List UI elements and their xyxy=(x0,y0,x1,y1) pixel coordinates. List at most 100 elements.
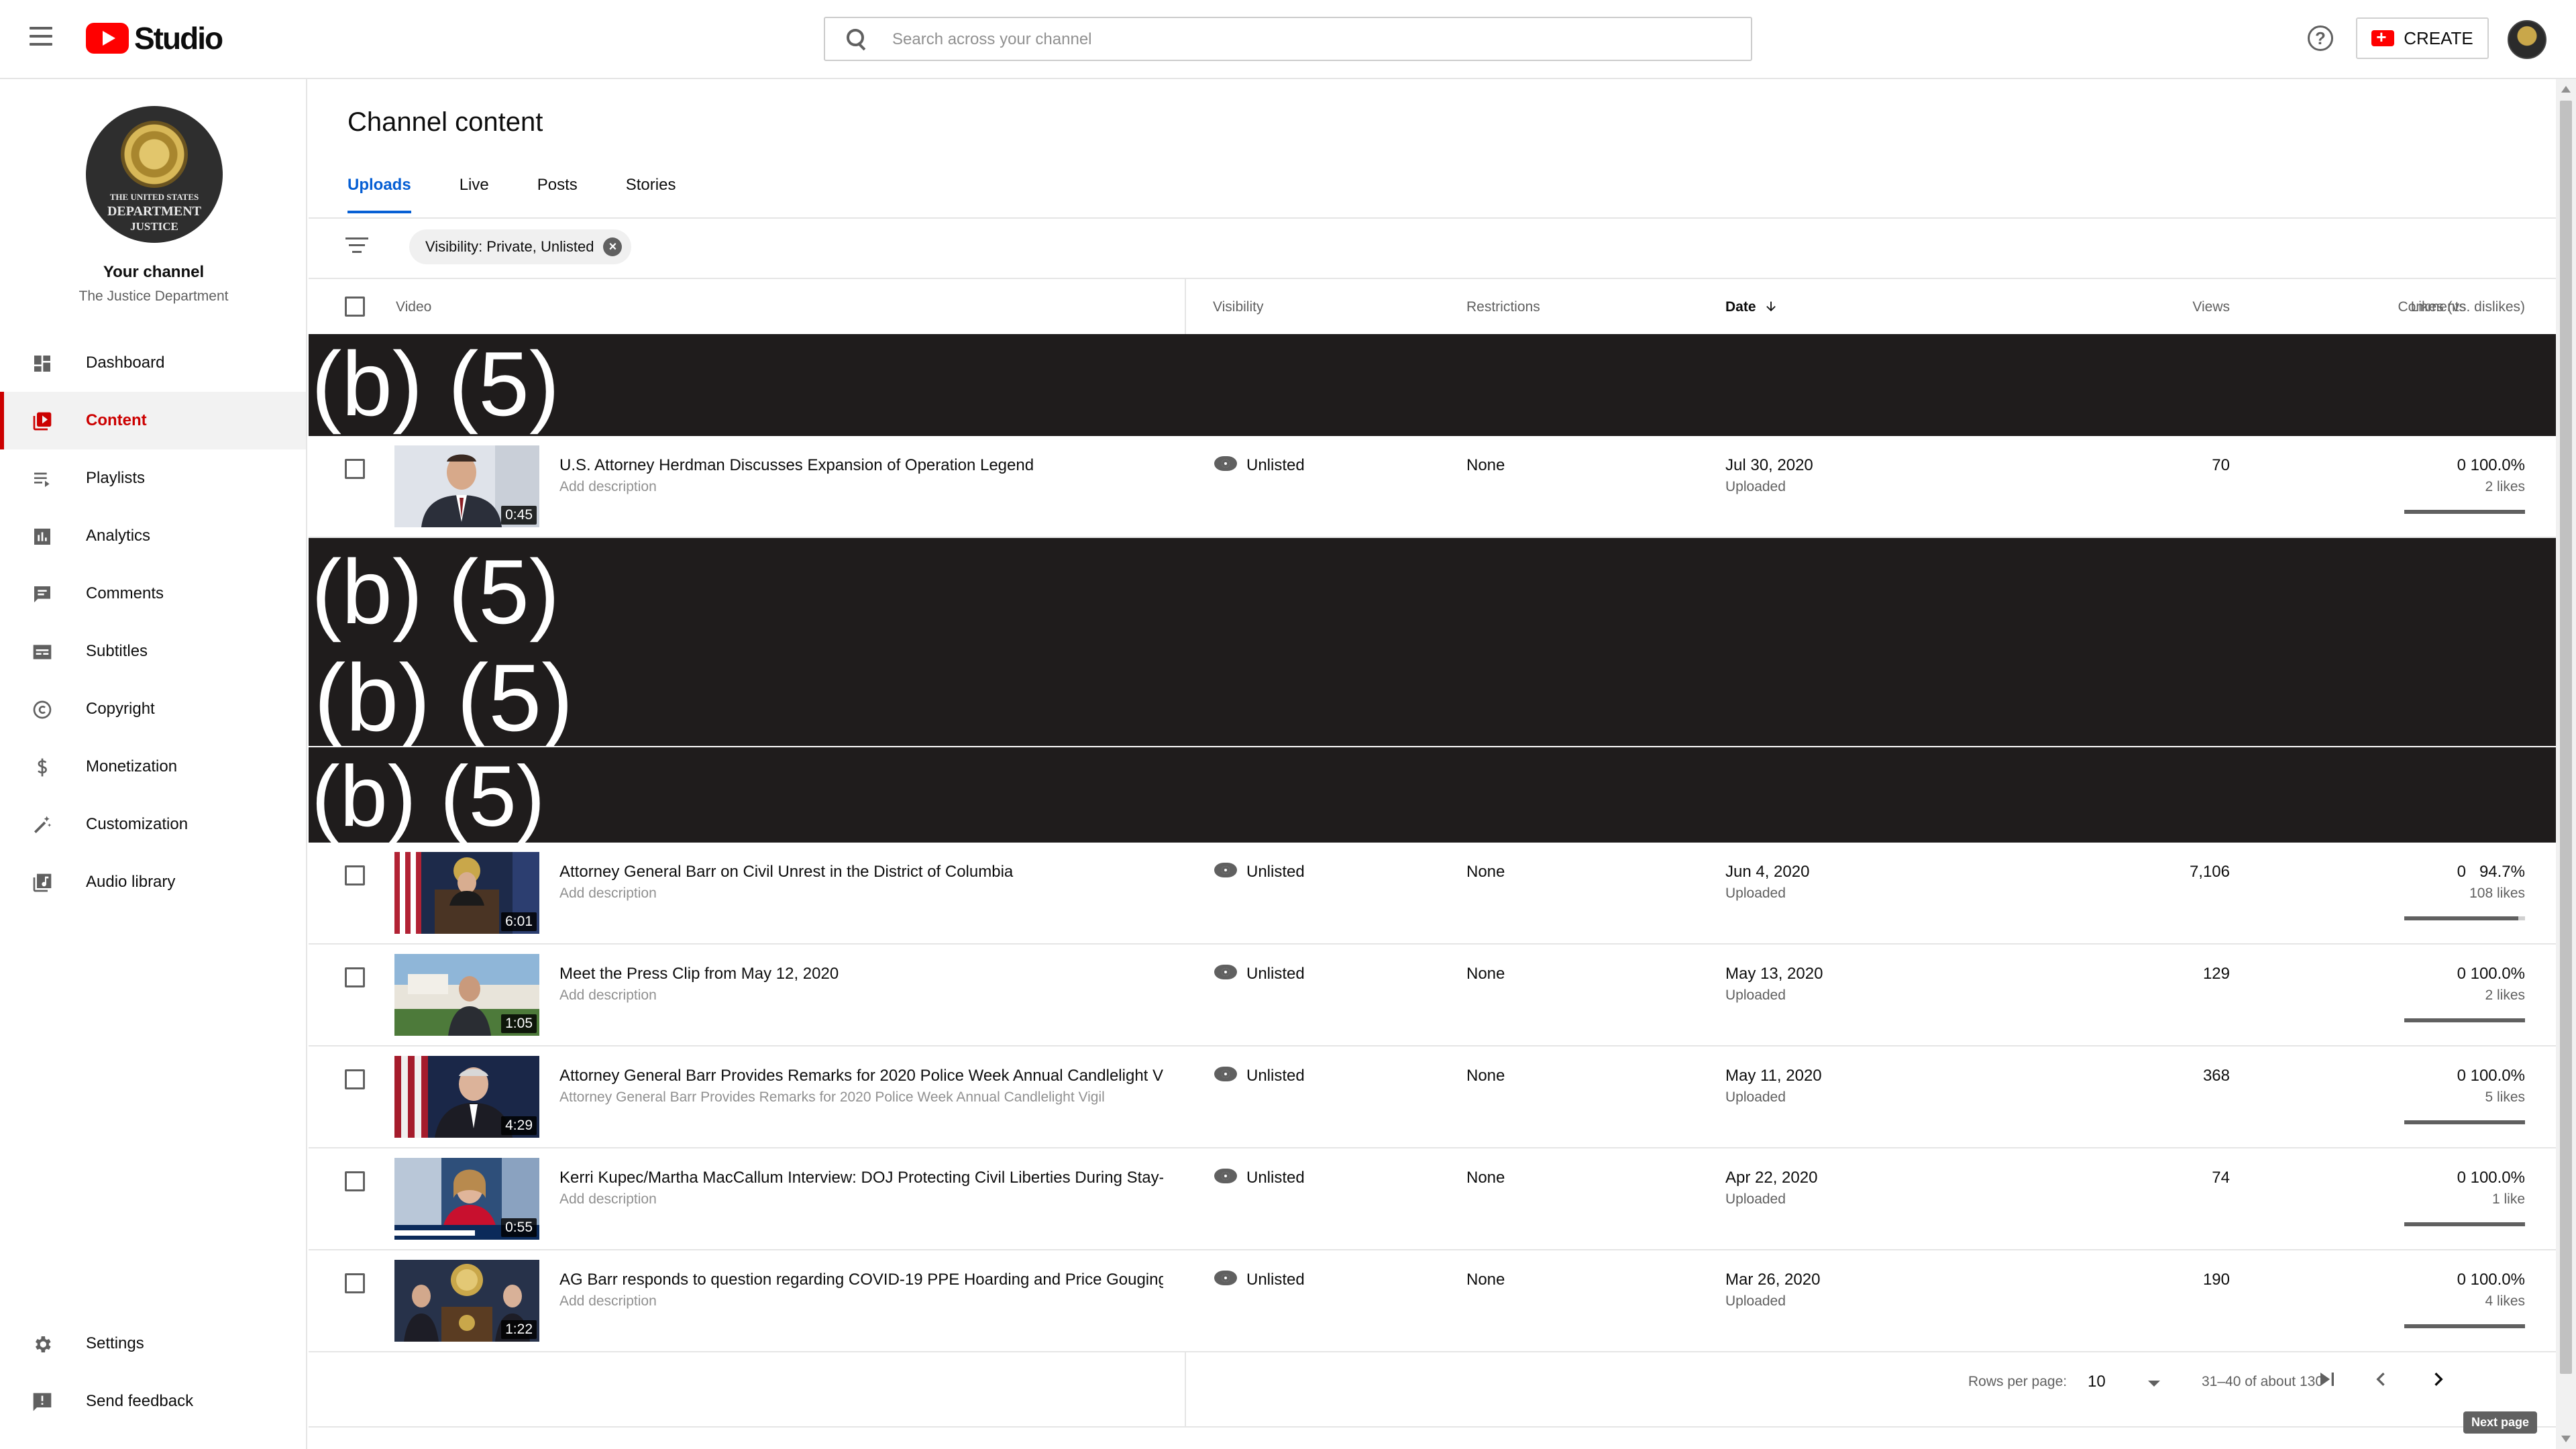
video-title[interactable]: Meet the Press Clip from May 12, 2020 xyxy=(559,965,1163,983)
studio-logo[interactable]: Studio xyxy=(86,21,223,56)
close-icon[interactable]: × xyxy=(603,237,623,256)
channel-name[interactable]: Your channel xyxy=(0,263,307,282)
eye-icon xyxy=(1214,1169,1237,1183)
video-title[interactable]: Kerri Kupec/Martha MacCallum Interview: … xyxy=(559,1169,1163,1187)
account-avatar[interactable] xyxy=(2508,20,2546,59)
previous-page-icon[interactable] xyxy=(2364,1366,2398,1399)
likes-ratio-bar xyxy=(2404,916,2525,920)
video-description[interactable]: Add description xyxy=(559,987,1163,1004)
sidebar-item-content[interactable]: Content xyxy=(0,392,306,449)
visibility-value[interactable]: Unlisted xyxy=(1246,1271,1305,1289)
sidebar-item-customization[interactable]: Customization xyxy=(0,796,306,853)
likes-percent: 100.0% xyxy=(2470,1067,2525,1085)
table-header: Video Visibility Restrictions Date Views… xyxy=(309,279,2556,334)
visibility-value[interactable]: Unlisted xyxy=(1246,1067,1305,1085)
sidebar-item-comments[interactable]: Comments xyxy=(0,565,306,623)
first-page-icon[interactable] xyxy=(2310,1366,2344,1399)
sidebar-item-settings[interactable]: Settings xyxy=(0,1315,306,1373)
date-status: Uploaded xyxy=(1725,479,1786,494)
search-box[interactable] xyxy=(824,17,1752,61)
row-checkbox[interactable] xyxy=(345,865,365,885)
select-all-checkbox[interactable] xyxy=(345,297,365,317)
customization-icon xyxy=(31,814,54,837)
video-description[interactable]: Attorney General Barr Provides Remarks f… xyxy=(559,1089,1163,1106)
video-thumbnail[interactable]: 0:45 xyxy=(394,445,539,527)
table-row[interactable]: 0:55 Kerri Kupec/Martha MacCallum Interv… xyxy=(309,1148,2556,1250)
channel-avatar[interactable]: THE UNITED STATES DEPARTMENT JUSTICE xyxy=(86,106,223,243)
playlists-icon xyxy=(31,468,54,490)
video-description[interactable]: Add description xyxy=(559,479,1163,495)
visibility-value[interactable]: Unlisted xyxy=(1246,456,1305,475)
video-thumbnail[interactable]: 6:01 xyxy=(394,852,539,934)
video-title[interactable]: Attorney General Barr on Civil Unrest in… xyxy=(559,863,1163,881)
tab-uploads[interactable]: Uploads xyxy=(347,176,411,213)
sidebar-item-copyright[interactable]: Copyright xyxy=(0,680,306,738)
search-icon[interactable] xyxy=(847,29,867,49)
create-button[interactable]: CREATE xyxy=(2356,17,2489,59)
video-title[interactable]: AG Barr responds to question regarding C… xyxy=(559,1271,1163,1289)
table-row[interactable]: 1:22 AG Barr responds to question regard… xyxy=(309,1250,2556,1352)
video-description[interactable]: Add description xyxy=(559,1293,1163,1309)
visibility-value[interactable]: Unlisted xyxy=(1246,863,1305,881)
row-checkbox[interactable] xyxy=(345,1273,365,1293)
video-title[interactable]: Attorney General Barr Provides Remarks f… xyxy=(559,1067,1163,1085)
sidebar-item-label: Send feedback xyxy=(86,1392,194,1410)
help-icon[interactable]: ? xyxy=(2308,25,2333,51)
video-thumbnail[interactable]: 4:29 xyxy=(394,1056,539,1138)
table-row[interactable]: 6:01 Attorney General Barr on Civil Unre… xyxy=(309,843,2556,945)
page-range: 31–40 of about 130 xyxy=(2202,1374,2324,1389)
restrictions-value: None xyxy=(1466,1271,1505,1289)
restrictions-value: None xyxy=(1466,965,1505,983)
sidebar-item-dashboard[interactable]: Dashboard xyxy=(0,334,306,392)
views-value: 368 xyxy=(2202,1067,2230,1085)
tab-stories[interactable]: Stories xyxy=(626,176,676,213)
sidebar-item-analytics[interactable]: Analytics xyxy=(0,507,306,565)
restrictions-value: None xyxy=(1466,1067,1505,1085)
footer-divider xyxy=(309,1426,2556,1428)
scrollbar-thumb[interactable] xyxy=(2560,101,2572,1374)
video-thumbnail[interactable]: 1:05 xyxy=(394,954,539,1036)
table-row[interactable]: 0:45 U.S. Attorney Herdman Discusses Exp… xyxy=(309,436,2556,538)
rows-per-page-select[interactable]: 10 xyxy=(2088,1373,2106,1391)
filter-icon[interactable] xyxy=(345,237,369,255)
date-value: Mar 26, 2020 xyxy=(1725,1271,1821,1289)
tabs-divider xyxy=(309,217,2556,219)
tab-posts[interactable]: Posts xyxy=(537,176,578,213)
dropdown-arrow-icon[interactable] xyxy=(2148,1381,2160,1387)
row-checkbox[interactable] xyxy=(345,1171,365,1191)
column-header-date[interactable]: Date xyxy=(1725,299,1778,315)
video-title[interactable]: U.S. Attorney Herdman Discusses Expansio… xyxy=(559,456,1163,475)
row-checkbox[interactable] xyxy=(345,967,365,987)
scrollbar[interactable] xyxy=(2556,79,2576,1449)
video-thumbnail[interactable]: 0:55 xyxy=(394,1158,539,1240)
likes-percent: 100.0% xyxy=(2470,965,2525,983)
monetization-icon xyxy=(31,756,54,779)
sidebar-item-subtitles[interactable]: Subtitles xyxy=(0,623,306,680)
sidebar-item-label: Playlists xyxy=(86,469,146,487)
table-row[interactable]: 4:29 Attorney General Barr Provides Rema… xyxy=(309,1046,2556,1148)
visibility-value[interactable]: Unlisted xyxy=(1246,965,1305,983)
video-duration: 0:55 xyxy=(501,1218,537,1237)
column-header-restrictions: Restrictions xyxy=(1466,299,1540,315)
video-thumbnail[interactable]: 1:22 xyxy=(394,1260,539,1342)
pagination-bar: Rows per page: 10 31–40 of about 130 xyxy=(309,1350,2556,1417)
seal-text-line3: JUSTICE xyxy=(130,220,178,233)
tab-live[interactable]: Live xyxy=(460,176,489,213)
sidebar-item-playlists[interactable]: Playlists xyxy=(0,449,306,507)
video-description[interactable]: Add description xyxy=(559,1191,1163,1208)
row-checkbox[interactable] xyxy=(345,1069,365,1089)
row-checkbox[interactable] xyxy=(345,459,365,479)
next-page-icon[interactable] xyxy=(2422,1366,2455,1399)
sidebar-item-audio-library[interactable]: Audio library xyxy=(0,853,306,911)
search-input[interactable] xyxy=(892,28,1697,52)
sidebar-item-send-feedback[interactable]: Send feedback xyxy=(0,1373,306,1430)
sidebar-item-monetization[interactable]: Monetization xyxy=(0,738,306,796)
menu-icon[interactable] xyxy=(30,27,52,46)
table-row[interactable]: 1:05 Meet the Press Clip from May 12, 20… xyxy=(309,945,2556,1046)
scroll-up-arrow-icon[interactable] xyxy=(2561,86,2571,93)
visibility-filter-chip[interactable]: Visibility: Private, Unlisted × xyxy=(409,229,632,264)
scroll-down-arrow-icon[interactable] xyxy=(2561,1436,2571,1442)
video-description[interactable]: Add description xyxy=(559,885,1163,902)
likes-count: 4 likes xyxy=(2485,1293,2525,1309)
visibility-value[interactable]: Unlisted xyxy=(1246,1169,1305,1187)
